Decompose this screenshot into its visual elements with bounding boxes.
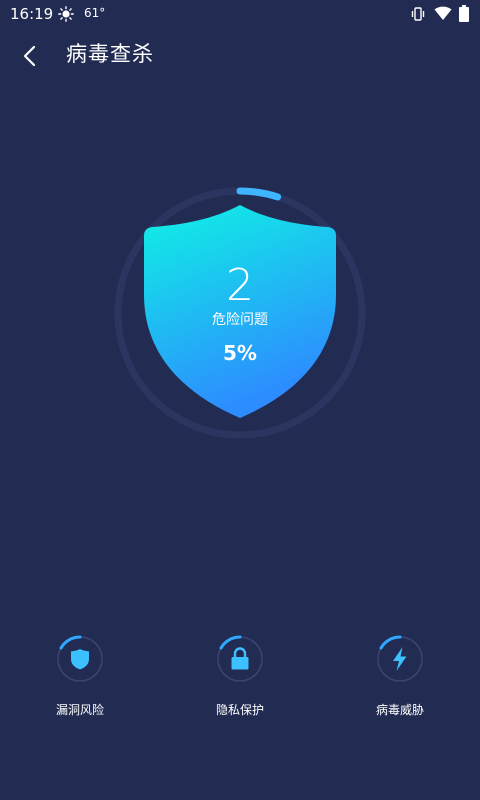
feature-label: 隐私保护 bbox=[215, 703, 264, 717]
feature-privacy[interactable]: 隐私保护 bbox=[180, 634, 300, 718]
temperature: 61° bbox=[84, 6, 106, 20]
battery-icon bbox=[459, 5, 469, 22]
vulnerability-ring bbox=[57, 635, 103, 682]
page-title: 病毒查杀 bbox=[66, 42, 154, 66]
feature-label: 病毒威胁 bbox=[375, 703, 424, 717]
virus-threat-ring bbox=[377, 635, 423, 682]
status-time: 16:19 bbox=[10, 5, 54, 23]
feature-label: 漏洞风险 bbox=[55, 703, 104, 717]
danger-label: 危险问题 bbox=[212, 312, 268, 328]
feature-virus-threat[interactable]: 病毒威胁 bbox=[340, 634, 460, 718]
feature-vulnerability[interactable]: 漏洞风险 bbox=[20, 634, 140, 718]
shield-icon bbox=[71, 649, 89, 670]
sun-icon bbox=[58, 6, 74, 22]
lock-icon bbox=[231, 647, 249, 670]
status-bar: 16:19 61° bbox=[0, 0, 480, 28]
lightning-icon bbox=[393, 647, 407, 671]
wifi-icon bbox=[434, 6, 452, 20]
back-button[interactable] bbox=[14, 40, 46, 72]
danger-count: 2 bbox=[226, 260, 254, 311]
chevron-left-icon bbox=[23, 45, 36, 67]
scan-percent: 5% bbox=[223, 341, 257, 365]
privacy-ring bbox=[217, 635, 263, 682]
vibrate-icon bbox=[411, 7, 425, 21]
